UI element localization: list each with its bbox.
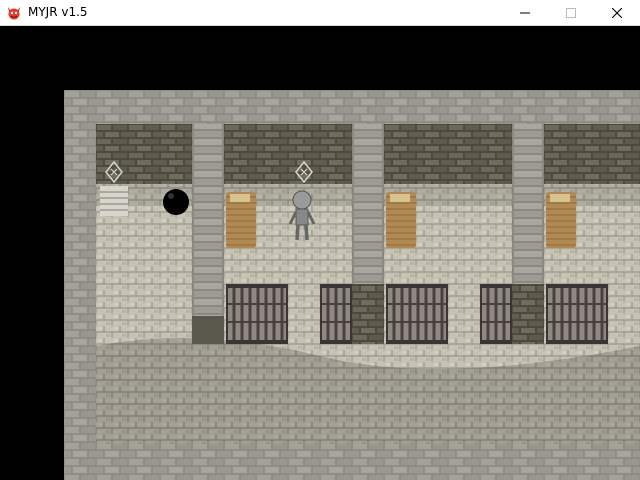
bottom-wall [64, 444, 640, 480]
iron-bars [480, 284, 512, 344]
straw-bed[interactable] [546, 192, 576, 248]
close-button[interactable] [594, 0, 640, 26]
black-orb[interactable] [163, 189, 189, 215]
left-wall [64, 90, 96, 480]
cell-pillar [192, 124, 224, 344]
game-viewport[interactable] [0, 26, 640, 480]
minimize-icon [520, 12, 530, 14]
cell-pillar [352, 124, 384, 344]
close-icon [612, 8, 622, 18]
iron-bars [386, 284, 448, 344]
outer-wall-top [64, 90, 640, 124]
stairs [100, 186, 128, 216]
app-devil-icon [8, 7, 20, 20]
game-window: MYJR v1.5 [0, 0, 640, 480]
orb-highlight [168, 193, 174, 199]
minimize-button[interactable] [502, 0, 548, 26]
maximize-button[interactable] [548, 0, 594, 26]
straw-bed[interactable] [386, 192, 416, 248]
maximize-icon [566, 8, 576, 18]
iron-bars [226, 284, 288, 344]
window-title: MYJR v1.5 [28, 5, 88, 19]
cell-pillar [512, 124, 544, 344]
dungeon-map [64, 90, 640, 480]
iron-bars [320, 284, 352, 344]
title-bar[interactable]: MYJR v1.5 [0, 0, 640, 26]
iron-bars [546, 284, 608, 344]
straw-bed[interactable] [226, 192, 256, 248]
